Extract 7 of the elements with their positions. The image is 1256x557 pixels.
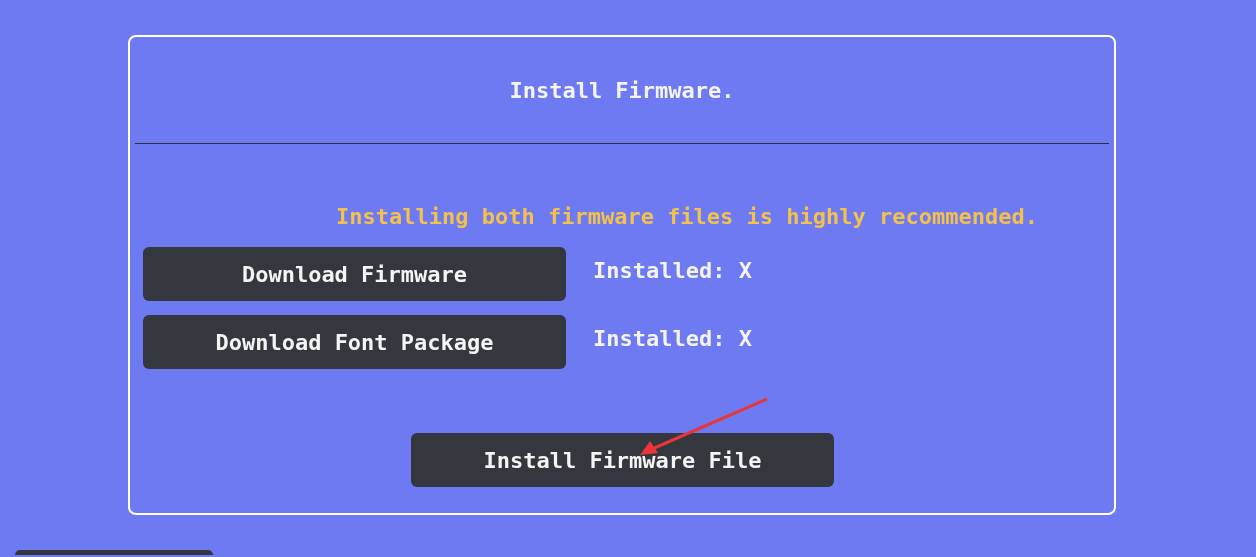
install-status: Installed: X xyxy=(593,256,752,285)
install-firmware-button[interactable]: Install Firmware File xyxy=(411,433,834,487)
download-button[interactable]: Download Firmware xyxy=(143,247,566,301)
recommendation-notice: Installing both firmware files is highly recommended. xyxy=(335,204,1039,230)
install-status: Installed: X xyxy=(593,324,752,353)
download-button[interactable]: Download Font Package xyxy=(143,315,566,369)
panel-title: Install Firmware. xyxy=(509,76,735,105)
